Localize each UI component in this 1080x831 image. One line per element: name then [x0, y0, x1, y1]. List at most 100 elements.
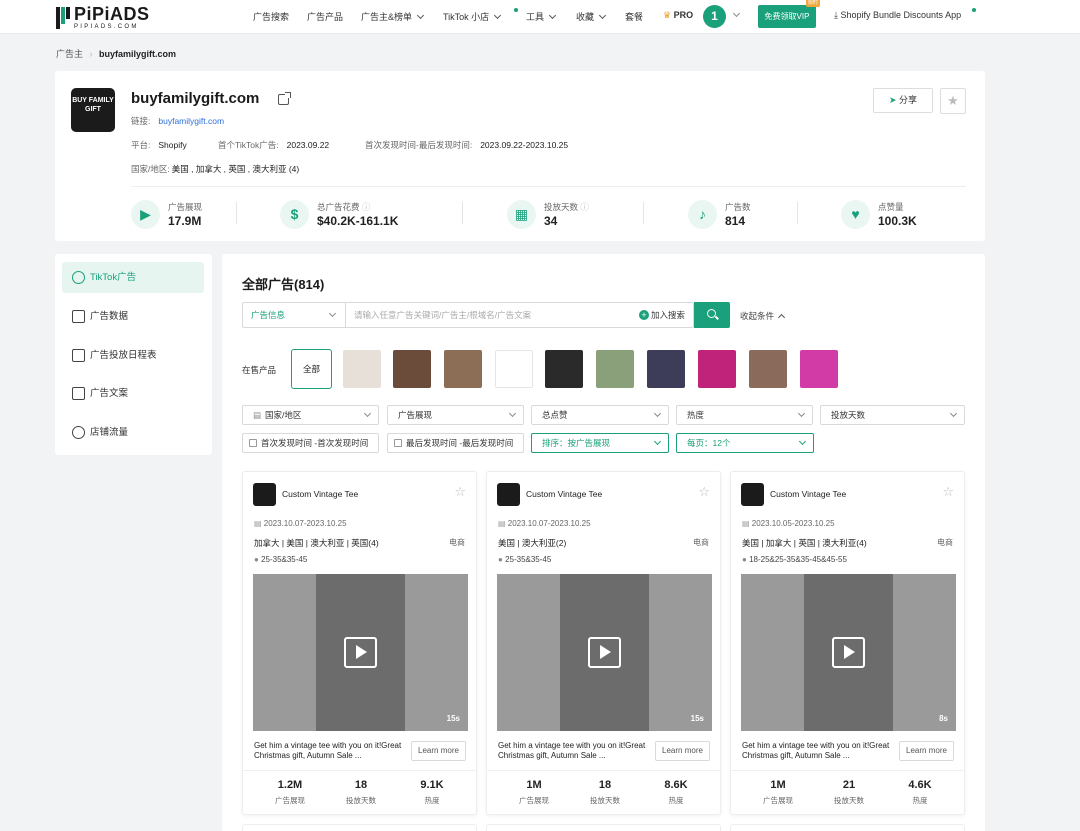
metric-value: 21: [842, 779, 856, 791]
metric-label: 投放天数: [590, 796, 620, 805]
first-ad-label: 首个TikTok广告:: [218, 140, 279, 150]
nav-tiktok-shop[interactable]: TikTok 小店: [443, 10, 502, 23]
nav-pro[interactable]: ♛ PRO: [663, 10, 693, 21]
learn-more-button[interactable]: Learn more: [655, 741, 710, 761]
collapse-filters-button[interactable]: 收起条件: [740, 310, 786, 322]
product-thumbnail[interactable]: [647, 350, 685, 388]
nav-favorites[interactable]: 收藏: [576, 10, 607, 23]
product-thumbnail[interactable]: [545, 350, 583, 388]
metric-label: 热度: [424, 796, 440, 805]
chevron-down-icon: [598, 11, 607, 20]
learn-more-button[interactable]: Learn more: [411, 741, 466, 761]
filter-first-seen[interactable]: 首次发现时间 -首次发现时间: [242, 433, 379, 453]
stat-value: 100.3K: [878, 214, 917, 228]
filter-total-likes[interactable]: 总点赞: [531, 405, 669, 425]
product-thumbnail[interactable]: [393, 350, 431, 388]
nav-ad-search[interactable]: 广告搜索: [253, 10, 289, 23]
product-thumbnail[interactable]: [343, 350, 381, 388]
product-all-button[interactable]: 全部: [291, 349, 332, 389]
sidebar-item-traffic[interactable]: 店铺流量: [62, 417, 204, 448]
per-page-select[interactable]: 每页：12个: [676, 433, 814, 453]
breadcrumb-parent[interactable]: 广告主: [56, 49, 83, 59]
ad-region: 美国 | 澳大利亚(2): [498, 538, 567, 548]
pipiads-logo[interactable]: PiPiADS PIPIADS.COM: [56, 5, 150, 30]
ad-card[interactable]: Custom Vintage Tee ☆ ▤ 2023.10.07-2023.10.…: [242, 471, 477, 815]
ad-name: Custom Vintage Tee: [526, 489, 603, 499]
learn-more-button[interactable]: Learn more: [899, 741, 954, 761]
tiktok-icon: ♪: [688, 200, 717, 229]
ad-video[interactable]: 15s: [497, 574, 712, 731]
stat-value: 34: [544, 214, 558, 228]
favorite-star-icon[interactable]: ☆: [942, 484, 954, 500]
nav-pro-label: PRO: [673, 10, 694, 20]
sort-select[interactable]: 排序：按广告展现: [531, 433, 669, 453]
external-link-icon[interactable]: [278, 92, 291, 105]
nav-advertisers[interactable]: 广告主&榜单: [361, 10, 425, 23]
chevron-down-icon: [949, 409, 958, 418]
metric-value: 1M: [526, 779, 542, 791]
metric-value: 1M: [770, 779, 786, 791]
heart-icon: ♥: [841, 200, 870, 229]
ad-date: 2023.10.07-2023.10.25: [507, 519, 591, 528]
ad-card[interactable]: Custom Vintage Tee ☆ ▤ 2023.10.05-2023.10.…: [730, 471, 965, 815]
sidebar-item-ad-copy[interactable]: 广告文案: [62, 378, 204, 409]
stat-label: 广告数: [725, 202, 751, 212]
shop-link-row: 链接: buyfamilygift.com: [131, 115, 224, 127]
sidebar-item-ad-data[interactable]: 广告数据: [62, 301, 204, 332]
share-label: 分享: [899, 95, 918, 105]
add-search-button[interactable]: + 加入搜索: [638, 303, 685, 327]
favorite-star-icon[interactable]: ☆: [698, 484, 710, 500]
search-input[interactable]: 请输入任意广告关键词/广告主/根域名/广告文案: [354, 303, 531, 327]
product-thumbnail[interactable]: [444, 350, 482, 388]
ad-video[interactable]: 15s: [253, 574, 468, 731]
product-thumbnail[interactable]: [800, 350, 838, 388]
free-vip-button[interactable]: 免费领取VIP 限时: [758, 0, 820, 28]
ad-name: Custom Vintage Tee: [770, 489, 847, 499]
chart-icon: [72, 310, 85, 323]
ad-video[interactable]: 8s: [741, 574, 956, 731]
metric-label: 广告展现: [519, 796, 549, 805]
play-icon[interactable]: [832, 637, 865, 668]
chevron-down-icon[interactable]: [732, 9, 741, 18]
shopify-app-link[interactable]: ⤓ Shopify Bundle Discounts App: [834, 10, 961, 21]
metric-value: 9.1K: [420, 779, 444, 791]
nav-plans[interactable]: 套餐: [625, 10, 643, 23]
ad-date: 2023.10.05-2023.10.25: [751, 519, 835, 528]
seen-range-row: 首次发现时间-最后发现时间: 2023.09.22-2023.10.25: [365, 139, 568, 151]
play-icon[interactable]: [344, 637, 377, 668]
info-icon[interactable]: ⓘ: [362, 202, 371, 212]
ad-card-peek: [486, 824, 721, 831]
ad-type: 电商: [693, 538, 709, 547]
chevron-down-icon: [416, 11, 425, 20]
metric-impressions: 1.2M 广告展现: [251, 779, 329, 806]
share-button[interactable]: ➤ 分享: [873, 88, 933, 113]
product-thumbnail[interactable]: [698, 350, 736, 388]
sidebar-item-schedule[interactable]: 广告投放日程表: [62, 340, 204, 371]
filter-last-seen[interactable]: 最后发现时间 -最后发现时间: [387, 433, 524, 453]
product-thumbnail[interactable]: [495, 350, 533, 388]
stat-label: 点赞量: [878, 202, 904, 212]
nav-ad-products[interactable]: 广告产品: [307, 10, 343, 23]
info-icon[interactable]: ⓘ: [580, 202, 589, 212]
filter-region[interactable]: ▤ 国家/地区: [242, 405, 379, 425]
product-thumbnail[interactable]: [749, 350, 787, 388]
crown-icon: ♛: [663, 10, 672, 20]
user-avatar[interactable]: 1: [703, 5, 726, 28]
filter-heat[interactable]: 热度: [676, 405, 813, 425]
filter-impressions[interactable]: 广告展现: [387, 405, 524, 425]
shop-link[interactable]: buyfamilygift.com: [158, 116, 224, 126]
ad-card[interactable]: Custom Vintage Tee ☆ ▤ 2023.10.07-2023.10.…: [486, 471, 721, 815]
favorite-star-icon[interactable]: ★: [940, 88, 966, 114]
stat-label: 广告展现: [168, 202, 203, 212]
nav-tools[interactable]: 工具: [526, 10, 557, 23]
pie-icon: [72, 426, 85, 439]
sidebar-item-tiktok-ads[interactable]: TikTok广告: [62, 262, 204, 293]
search-type-select[interactable]: 广告信息: [243, 303, 346, 327]
product-thumbnail[interactable]: [596, 350, 634, 388]
play-icon[interactable]: [588, 637, 621, 668]
search-button[interactable]: [694, 302, 730, 328]
filter-days[interactable]: 投放天数: [820, 405, 965, 425]
favorite-star-icon[interactable]: ☆: [454, 484, 466, 500]
search-type-label: 广告信息: [251, 310, 286, 320]
metric-days: 18 投放天数: [322, 779, 400, 806]
